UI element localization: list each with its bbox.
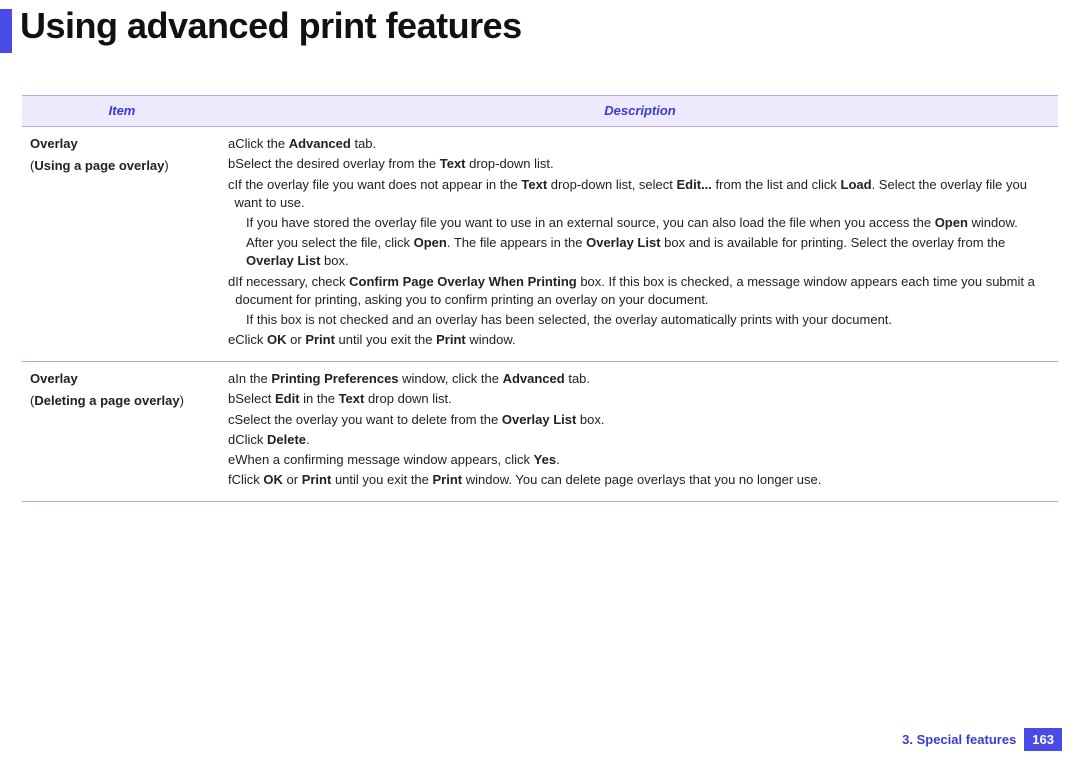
chapter-label: 3. Special features (902, 732, 1016, 747)
step-text: Click Delete. (235, 431, 309, 449)
step-continuation: After you select the file, click Open. T… (228, 234, 1052, 270)
step-text: Click OK or Print until you exit the Pri… (232, 471, 822, 489)
step-label: d (228, 273, 235, 309)
item-subtitle: Using a page overlay (30, 157, 216, 175)
step-text: In the Printing Preferences window, clic… (235, 370, 590, 388)
step-item: cIf the overlay file you want does not a… (228, 176, 1052, 212)
table-row: Overlay Deleting a page overlay aIn the Pr… (22, 362, 1058, 502)
step-text: Select Edit in the Text drop down list. (235, 390, 452, 408)
item-cell: Overlay Deleting a page overlay (22, 362, 222, 502)
step-label: b (228, 390, 235, 408)
step-item: aClick the Advanced tab. (228, 135, 1052, 153)
step-text: Click the Advanced tab. (235, 135, 376, 153)
step-continuation: If you have stored the overlay file you … (228, 214, 1052, 232)
step-continuation: If this box is not checked and an overla… (228, 311, 1052, 329)
step-text: Click OK or Print until you exit the Pri… (235, 331, 515, 349)
page-number: 163 (1024, 728, 1062, 751)
step-text: If the overlay file you want does not ap… (235, 176, 1053, 212)
step-label: d (228, 431, 235, 449)
step-item: cSelect the overlay you want to delete f… (228, 411, 1052, 429)
page-title: Using advanced print features (20, 5, 522, 47)
step-text: When a confirming message window appears… (235, 451, 559, 469)
content-table-wrap: Item Description Overlay Using a page ove… (22, 95, 1058, 502)
description-cell: aClick the Advanced tab.bSelect the desi… (222, 127, 1058, 362)
step-label: e (228, 451, 235, 469)
step-item: fClick OK or Print until you exit the Pr… (228, 471, 1052, 489)
step-label: b (228, 155, 235, 173)
step-text: Select the desired overlay from the Text… (235, 155, 553, 173)
step-label: e (228, 331, 235, 349)
step-text: If necessary, check Confirm Page Overlay… (235, 273, 1052, 309)
title-accent (0, 9, 12, 53)
title-bar: Using advanced print features (0, 0, 1080, 65)
item-subtitle: Deleting a page overlay (30, 392, 216, 410)
step-label: a (228, 370, 235, 388)
col-header-item: Item (22, 96, 222, 127)
step-item: dClick Delete. (228, 431, 1052, 449)
step-item: eClick OK or Print until you exit the Pr… (228, 331, 1052, 349)
col-header-description: Description (222, 96, 1058, 127)
step-item: aIn the Printing Preferences window, cli… (228, 370, 1052, 388)
table-row: Overlay Using a page overlay aClick the Ad… (22, 127, 1058, 362)
page-footer: 3. Special features 163 (902, 728, 1062, 751)
description-cell: aIn the Printing Preferences window, cli… (222, 362, 1058, 502)
item-title: Overlay (30, 135, 216, 153)
step-label: a (228, 135, 235, 153)
item-title: Overlay (30, 370, 216, 388)
feature-table: Item Description Overlay Using a page ove… (22, 95, 1058, 502)
step-item: bSelect Edit in the Text drop down list. (228, 390, 1052, 408)
step-item: dIf necessary, check Confirm Page Overla… (228, 273, 1052, 309)
step-text: Select the overlay you want to delete fr… (235, 411, 605, 429)
step-item: eWhen a confirming message window appear… (228, 451, 1052, 469)
step-item: bSelect the desired overlay from the Tex… (228, 155, 1052, 173)
item-cell: Overlay Using a page overlay (22, 127, 222, 362)
